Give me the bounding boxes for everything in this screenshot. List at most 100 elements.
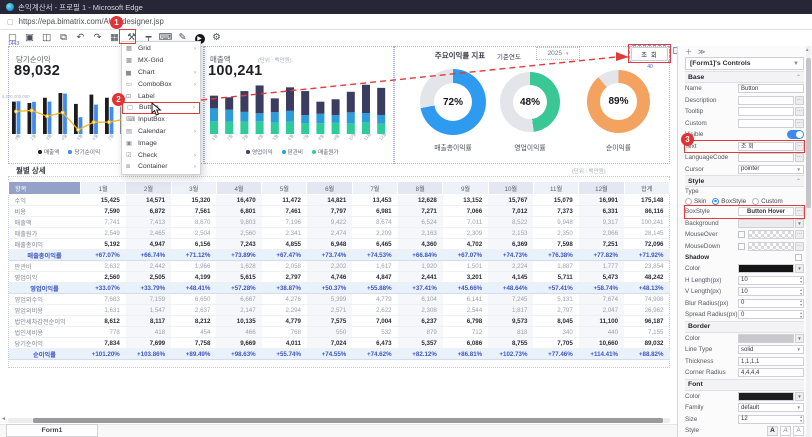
- prop-label: Spread Radius(px): [685, 311, 738, 318]
- prop-input-corner-radius[interactable]: 4,4,4,4: [738, 368, 804, 377]
- transparent-color-field[interactable]: [748, 230, 794, 239]
- table-unit-label: (단위 : 백만원): [572, 167, 606, 175]
- tab-form1[interactable]: Form1: [6, 424, 98, 437]
- radio-skin[interactable]: [685, 198, 692, 205]
- checkbox-mousedown[interactable]: [738, 243, 745, 250]
- select-line-type[interactable]: solid▼: [738, 345, 804, 354]
- cell: 1,920: [398, 261, 443, 272]
- menu-item-check[interactable]: ☑Check›: [122, 149, 200, 161]
- table-row-영업이익률: 영업이익률+33.07%+33.79%+48.41%+57.28%+38.87%…: [9, 283, 670, 294]
- save-icon[interactable]: ◫: [38, 30, 55, 46]
- select-family[interactable]: default▼: [738, 403, 804, 412]
- color-swatch-color[interactable]: [738, 392, 794, 401]
- select-cursor[interactable]: pointer▼: [738, 165, 804, 174]
- spinner-size[interactable]: 12 ▴▾: [738, 415, 804, 424]
- spinner-arrows-icon[interactable]: ▴▾: [800, 288, 803, 296]
- more-button[interactable]: ···: [795, 119, 804, 128]
- prop-input-text[interactable]: 조 회: [738, 142, 794, 151]
- more-button[interactable]: ···: [795, 142, 804, 151]
- color-swatch-color[interactable]: [738, 334, 794, 343]
- more-button[interactable]: ···: [795, 96, 804, 105]
- spinner-h-length-px-[interactable]: 10▴▾: [738, 276, 804, 285]
- spinner-arrows-icon[interactable]: ▴▾: [800, 311, 803, 319]
- spinner-spread-radius-px-[interactable]: 0▴▾: [738, 310, 804, 319]
- horizontal-scrollbar-thumb[interactable]: [33, 418, 663, 423]
- more-button[interactable]: ···: [795, 207, 804, 216]
- save-all-icon[interactable]: ⧉: [55, 30, 72, 46]
- prop-input-thickness[interactable]: 1,1,1,1: [738, 357, 804, 366]
- prop-row-shadow: Shadow: [685, 252, 804, 263]
- menu-item-container[interactable]: ⧈Container›: [122, 161, 200, 173]
- more-button[interactable]: ···: [795, 230, 804, 239]
- settings-icon[interactable]: ⚙: [208, 30, 225, 46]
- monthly-detail-title: 월별 상세: [16, 165, 46, 176]
- spinner-v-length-px-[interactable]: 10▴▾: [738, 287, 804, 296]
- open-folder-icon[interactable]: ▣: [21, 30, 38, 46]
- base-year-label: 기준연도: [497, 51, 521, 61]
- color-swatch-color[interactable]: [738, 264, 794, 273]
- prop-input-languagecode[interactable]: [738, 153, 794, 162]
- prop-input-custom[interactable]: [738, 119, 794, 128]
- row-label: 매출액: [9, 217, 81, 228]
- column-header-item: 항목: [9, 182, 81, 195]
- spinner-arrows-icon[interactable]: ▴▾: [800, 415, 803, 423]
- row-label: 영업외비용: [9, 305, 81, 316]
- redo-icon[interactable]: ↷: [89, 30, 106, 46]
- checkbox-mouseover[interactable]: [738, 231, 745, 238]
- menu-item-image[interactable]: ▣Image: [122, 137, 200, 149]
- chevron-down-icon[interactable]: ▼: [795, 334, 804, 343]
- column-header-month: 12월: [579, 182, 624, 195]
- column-header-month: 11월: [533, 182, 578, 195]
- chevron-down-icon[interactable]: ▼: [795, 392, 804, 401]
- section-header-base[interactable]: Base⌃: [685, 71, 804, 83]
- menu-item-grid[interactable]: ▦Grid›: [122, 43, 200, 55]
- dock-icon[interactable]: ≫: [698, 48, 705, 56]
- add-icon[interactable]: ＋: [685, 47, 692, 57]
- font-outline-button[interactable]: A: [793, 426, 804, 436]
- cell: 100,241: [624, 217, 669, 228]
- combobox-icon: ▭: [126, 81, 135, 88]
- chevron-down-icon[interactable]: ▼: [795, 219, 804, 228]
- section-header-border[interactable]: Border: [685, 321, 804, 333]
- scroll-left-icon[interactable]: ◄: [1, 416, 6, 422]
- menu-item-chart[interactable]: ▅Chart›: [122, 67, 200, 79]
- menu-item-combobox[interactable]: ▭ComboBox›: [122, 78, 200, 90]
- color-swatch-background[interactable]: [738, 219, 794, 228]
- font-italic-button[interactable]: A: [780, 426, 791, 436]
- prop-input-tooltip[interactable]: [738, 107, 794, 116]
- chevron-down-icon[interactable]: ▼: [795, 264, 804, 273]
- spinner-arrows-icon[interactable]: ▴▾: [800, 299, 803, 307]
- section-header-style[interactable]: Style⌃: [685, 175, 804, 187]
- prop-value-boxstyle[interactable]: Button Hover: [738, 207, 794, 216]
- panel-body: Base⌃NameButtonDescription···Tooltip···C…: [685, 71, 804, 437]
- radio-boxstyle[interactable]: [712, 198, 719, 205]
- cell: 9,422: [307, 217, 352, 228]
- toggle-visible[interactable]: [787, 130, 804, 139]
- menu-item-label: ComboBox: [138, 81, 172, 88]
- radio-custom[interactable]: [752, 198, 759, 205]
- spinner-blur-radius-px-[interactable]: 0▴▾: [738, 299, 804, 308]
- spinner-arrows-icon[interactable]: ▴▾: [800, 276, 803, 284]
- font-bold-button[interactable]: A: [767, 426, 778, 436]
- more-button[interactable]: ···: [795, 242, 804, 251]
- more-button[interactable]: ···: [795, 107, 804, 116]
- column-header-month: 1월: [81, 182, 126, 195]
- more-button[interactable]: ···: [795, 153, 804, 162]
- section-header-font[interactable]: Font: [685, 379, 804, 391]
- column-header-month: 4월: [216, 182, 261, 195]
- panel-scroll-up-icon[interactable]: ▲: [805, 47, 809, 52]
- prop-input-description[interactable]: [738, 96, 794, 105]
- panel-scrollbar-thumb[interactable]: [806, 58, 811, 208]
- search-button[interactable]: 조 회: [631, 47, 668, 61]
- menu-item-mx-grid[interactable]: ▩MX-Grid: [122, 55, 200, 67]
- menu-item-calendar[interactable]: ▤Calendar›: [122, 126, 200, 138]
- transparent-color-field[interactable]: [748, 242, 794, 251]
- cell: 7,590: [81, 206, 126, 217]
- spinner-value: 12: [741, 416, 748, 422]
- controls-header[interactable]: [Form1]'s Controls ▼: [685, 57, 804, 70]
- base-year-select[interactable]: 2025 ▾: [536, 47, 580, 60]
- undo-icon[interactable]: ↶: [72, 30, 89, 46]
- menu-item-label[interactable]: ⊡Label: [122, 90, 200, 102]
- prop-input-name[interactable]: Button: [738, 84, 804, 93]
- checkbox-shadow[interactable]: [795, 254, 802, 261]
